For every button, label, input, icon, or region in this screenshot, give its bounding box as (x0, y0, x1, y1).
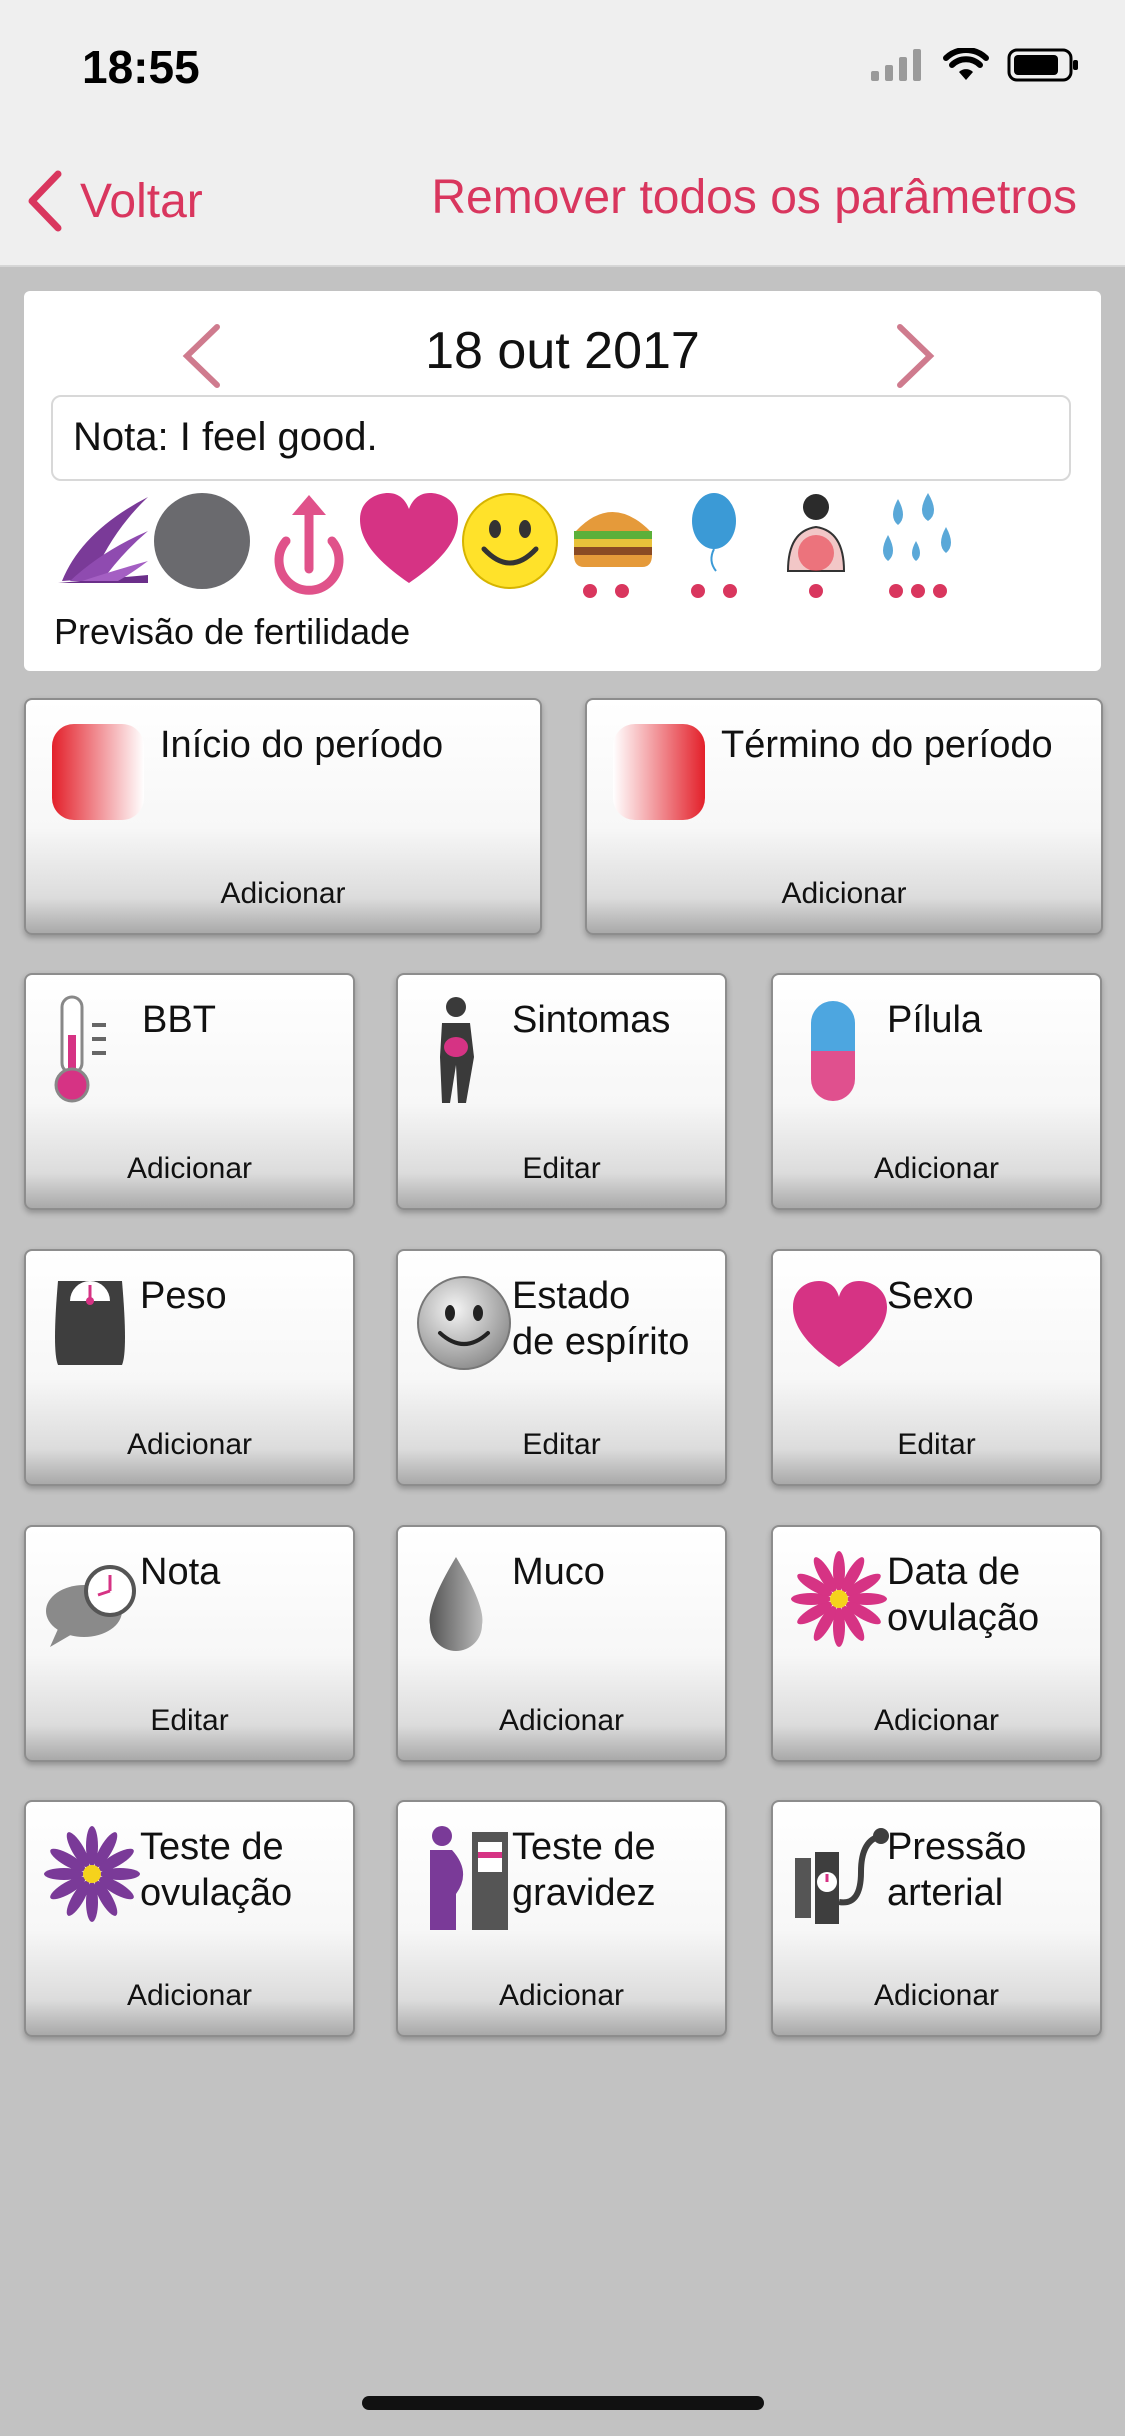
mood-action: Editar (522, 1428, 601, 1461)
mucus-tile[interactable]: Muco Adicionar (396, 1525, 727, 1762)
mood-smiley-icon (417, 1276, 511, 1370)
day-summary-card: 18 out 2017 Nota: I feel good. Previsão … (24, 291, 1101, 671)
period-start-action: Adicionar (220, 877, 346, 910)
drops-icon (883, 493, 951, 598)
next-day-arrow-icon[interactable] (892, 323, 938, 389)
fertility-flower-icon (58, 497, 148, 583)
ovulation-date-action: Adicionar (873, 1704, 1000, 1737)
period-start-tile[interactable]: Início do período Adicionar (24, 698, 542, 935)
weight-action: Adicionar (126, 1428, 253, 1461)
sex-label: Sexo (887, 1275, 974, 1317)
burger-icon (574, 512, 652, 598)
smiley-icon (462, 493, 558, 589)
selected-date: 18 out 2017 (425, 322, 700, 380)
remove-all-button[interactable]: Remover todos os parâmetros (431, 170, 1077, 225)
period-end-icon (613, 724, 705, 820)
blood-pressure-tile[interactable]: Pressão arterial Adicionar (771, 1800, 1102, 2037)
blood-pressure-label: Pressão arterial (887, 1826, 1027, 1914)
sex-tile[interactable]: Sexo Editar (771, 1249, 1102, 1486)
circle-icon (154, 493, 250, 589)
status-bar: 18:55 (0, 0, 1125, 140)
back-label: Voltar (80, 174, 203, 228)
signal-icon (871, 49, 921, 81)
date-navigator: 18 out 2017 (24, 305, 1101, 395)
weight-label: Peso (140, 1275, 227, 1317)
ovulation-test-label: Teste de ovulação (140, 1826, 293, 1914)
mood-label: Estado de espírito (512, 1275, 690, 1363)
ovulation-test-flower-icon (44, 1826, 140, 1922)
note-action: Editar (150, 1704, 229, 1737)
ovulation-test-action: Adicionar (126, 1979, 253, 2012)
ovulation-flower-icon (791, 1551, 887, 1647)
pregnancy-test-icon (430, 1826, 508, 1930)
balloon-icon (691, 493, 737, 598)
bbt-action: Adicionar (126, 1152, 253, 1185)
status-icons (869, 48, 1079, 82)
period-start-label: Início do período (160, 724, 444, 766)
day-icon-strip (52, 491, 970, 601)
ovulation-test-tile[interactable]: Teste de ovulação Adicionar (24, 1800, 355, 2037)
chevron-left-icon (28, 170, 62, 232)
sex-heart-icon (793, 1281, 887, 1367)
power-arrow-icon (274, 495, 344, 595)
symptoms-action: Editar (522, 1152, 601, 1185)
blood-pressure-action: Adicionar (873, 1979, 1000, 2012)
fertility-forecast-label[interactable]: Previsão de fertilidade (54, 611, 410, 653)
ovulation-date-tile[interactable]: Data de ovulação Adicionar (771, 1525, 1102, 1762)
home-indicator[interactable] (362, 2396, 764, 2410)
note-bubble-clock-icon (46, 1565, 136, 1647)
back-button[interactable]: Voltar (24, 170, 203, 232)
mucus-label: Muco (512, 1551, 605, 1593)
note-label: Nota (140, 1551, 221, 1593)
breast-pain-icon (786, 494, 846, 598)
symptoms-label: Sintomas (512, 999, 671, 1041)
sex-action: Editar (897, 1428, 976, 1461)
pill-action: Adicionar (873, 1152, 1000, 1185)
weight-tile[interactable]: Peso Adicionar (24, 1249, 355, 1486)
mucus-action: Adicionar (498, 1704, 625, 1737)
nav-bar: Voltar Remover todos os parâmetros (0, 140, 1125, 267)
period-end-label: Término do período (721, 724, 1053, 766)
pregnancy-test-action: Adicionar (498, 1979, 625, 2012)
bbt-tile[interactable]: BBT Adicionar (24, 973, 355, 1210)
period-end-tile[interactable]: Término do período Adicionar (585, 698, 1103, 935)
battery-icon (1007, 48, 1078, 82)
mucus-drop-icon (429, 1557, 483, 1651)
blood-pressure-cuff-icon (795, 1828, 889, 1924)
symptoms-tile[interactable]: Sintomas Editar (396, 973, 727, 1210)
bbt-label: BBT (142, 999, 216, 1041)
period-start-icon (52, 724, 144, 820)
note-display[interactable]: Nota: I feel good. (51, 395, 1071, 481)
ovulation-date-label: Data de ovulação (887, 1551, 1040, 1639)
scale-icon (55, 1281, 125, 1365)
symptoms-body-icon (440, 997, 474, 1103)
pregnancy-test-label: Teste de gravidez (512, 1826, 656, 1914)
pill-icon (811, 1001, 855, 1101)
status-time: 18:55 (82, 41, 200, 93)
heart-icon (360, 493, 458, 583)
note-tile[interactable]: Nota Editar (24, 1525, 355, 1762)
pill-tile[interactable]: Pílula Adicionar (771, 973, 1102, 1210)
thermometer-icon (54, 995, 106, 1103)
wifi-icon (943, 48, 989, 80)
pregnancy-test-tile[interactable]: Teste de gravidez Adicionar (396, 1800, 727, 2037)
mood-tile[interactable]: Estado de espírito Editar (396, 1249, 727, 1486)
period-end-action: Adicionar (781, 877, 907, 910)
pill-label: Pílula (887, 999, 983, 1041)
